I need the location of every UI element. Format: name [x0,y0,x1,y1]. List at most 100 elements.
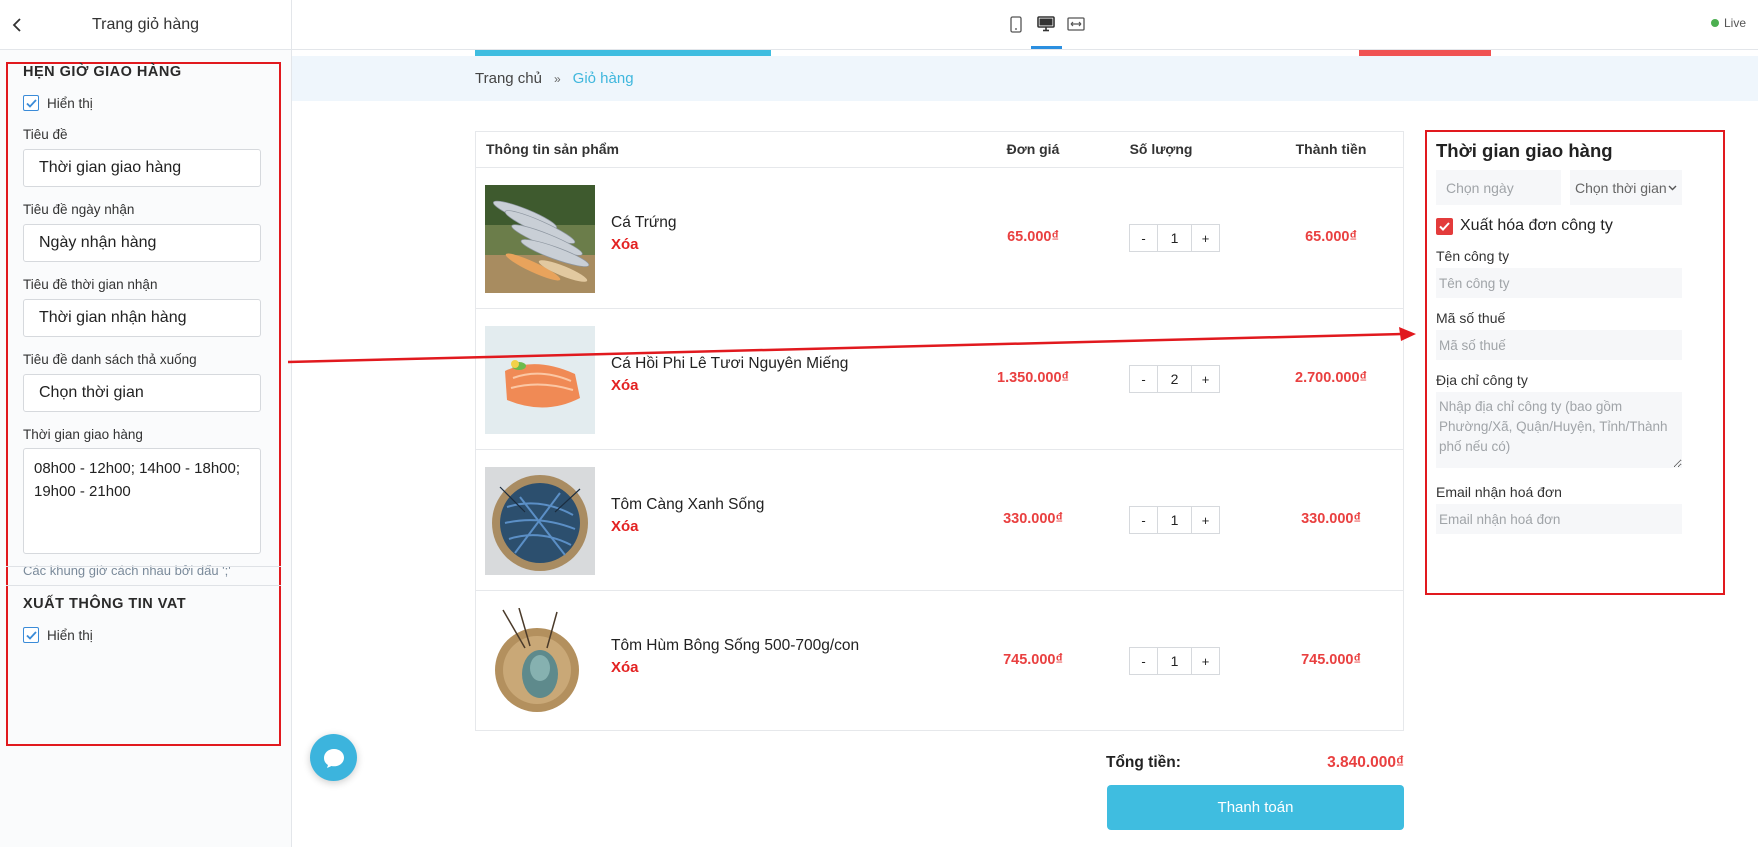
company-name-input[interactable] [1436,268,1682,298]
cart-row: Tôm Càng Xanh Sống Xóa 330.000₫ - + 330.… [476,450,1403,591]
unit-price: 330.000₫ [1003,511,1063,527]
unit-price: 1.350.000₫ [997,370,1069,386]
product-thumbnail[interactable] [485,467,595,575]
line-subtotal: 65.000₫ [1305,229,1357,245]
decrease-qty-button[interactable]: - [1130,507,1157,533]
date-title-label: Tiêu đề ngày nhận [23,202,135,217]
company-name-label: Tên công ty [1436,248,1510,264]
delivery-time-select[interactable]: Chọn thời gian [1570,170,1682,205]
active-view-indicator [1031,46,1062,49]
quantity-input[interactable] [1157,648,1192,674]
increase-qty-button[interactable]: + [1192,648,1219,674]
section-divider [6,566,281,567]
tax-code-input[interactable] [1436,330,1682,360]
time-select-value: Chọn thời gian [1575,179,1667,196]
company-invoice-toggle[interactable]: Xuất hóa đơn công ty [1436,217,1613,235]
decrease-qty-button[interactable]: - [1130,648,1157,674]
increase-qty-button[interactable]: + [1192,225,1219,251]
unit-price: 745.000₫ [1003,652,1063,668]
remove-item-button[interactable]: Xóa [611,236,639,253]
settings-sidebar: Trang giỏ hàng HẸN GIỜ GIAO HÀNG Hiển th… [0,0,292,847]
cart-row: Cá Hồi Phi Lê Tươi Nguyên Miếng Xóa 1.35… [476,309,1403,450]
checkbox-checked-icon[interactable] [23,627,39,643]
dropdown-title-label: Tiêu đề danh sách thả xuống [23,352,197,367]
total-value: 3.840.000₫ [1327,754,1404,771]
back-icon[interactable] [4,12,30,38]
tax-code-label: Mã số thuế [1436,310,1506,326]
total-label: Tổng tiền: [1106,754,1181,771]
dropdown-title-input[interactable] [23,374,261,412]
time-title-label: Tiêu đề thời gian nhận [23,277,158,292]
line-subtotal: 745.000₫ [1301,652,1361,668]
company-invoice-label: Xuất hóa đơn công ty [1460,217,1613,234]
quantity-stepper: - + [1129,506,1220,534]
checkout-button[interactable]: Thanh toán [1107,785,1404,830]
remove-item-button[interactable]: Xóa [611,377,639,394]
col-header-unit-price: Đơn giá [1006,141,1060,157]
breadcrumb-current: Giỏ hàng [572,70,634,87]
checkbox-checked-icon[interactable] [1436,217,1453,235]
product-name-link[interactable]: Tôm Hùm Bông Sống 500-700g/con [611,637,859,655]
line-subtotal: 330.000₫ [1301,511,1361,527]
invoice-email-input[interactable] [1436,504,1682,534]
breadcrumb-home-link[interactable]: Trang chủ [475,70,542,87]
col-header-product: Thông tin sản phẩm [486,141,619,157]
delivery-slots-label: Thời gian giao hàng [23,427,143,442]
delivery-time-panel: Thời gian giao hàng Chọn thời gian Xuất … [1425,130,1725,595]
preview-canvas: Trang chủ » Giỏ hàng Thông tin sản phẩm … [292,50,1758,847]
company-address-textarea[interactable] [1436,392,1682,468]
chat-button[interactable] [310,734,357,781]
product-thumbnail[interactable] [485,185,595,293]
desktop-view-icon[interactable] [1034,12,1058,36]
col-header-quantity: Số lượng [1129,141,1193,157]
product-name-link[interactable]: Cá Trứng [611,214,677,232]
increase-qty-button[interactable]: + [1192,366,1219,392]
chat-icon [323,748,344,768]
delivery-date-input[interactable] [1436,170,1561,205]
sidebar-body: HẸN GIỜ GIAO HÀNG Hiển thị Tiêu đề Tiêu … [0,50,291,847]
unit-price: 65.000₫ [1007,229,1059,245]
quantity-stepper: - + [1129,224,1220,252]
panel-title: Thời gian giao hàng [1436,140,1613,161]
section-heading: XUẤT THÔNG TIN VAT [23,596,187,612]
title-label: Tiêu đề [23,127,68,142]
quantity-stepper: - + [1129,365,1220,393]
show-delivery-toggle[interactable]: Hiển thị [23,95,261,111]
fullwidth-view-icon[interactable] [1064,12,1088,36]
cart-row: Cá Trứng Xóa 65.000₫ - + 65.000₫ [476,168,1403,309]
checkbox-checked-icon[interactable] [23,95,39,111]
live-dot-icon [1710,19,1719,27]
editor-topbar: Live [292,0,1758,50]
sidebar-title: Trang giỏ hàng [91,15,200,33]
company-address-label: Địa chỉ công ty [1436,372,1528,388]
date-title-input[interactable] [23,224,261,262]
breadcrumb-bar: Trang chủ » Giỏ hàng [292,56,1758,101]
section-divider [6,585,281,586]
section-delivery-schedule: HẸN GIỜ GIAO HÀNG Hiển thị Tiêu đề Tiêu … [7,64,277,578]
mobile-view-icon[interactable] [1004,12,1028,36]
increase-qty-button[interactable]: + [1192,507,1219,533]
show-vat-toggle[interactable]: Hiển thị [23,627,186,643]
remove-item-button[interactable]: Xóa [611,659,639,676]
delivery-slots-textarea[interactable]: 08h00 - 12h00; 14h00 - 18h00; 19h00 - 21… [23,448,261,554]
product-name-link[interactable]: Cá Hồi Phi Lê Tươi Nguyên Miếng [611,355,848,373]
decrease-qty-button[interactable]: - [1130,366,1157,392]
section-vat-info: XUẤT THÔNG TIN VAT Hiển thị [7,596,202,643]
product-thumbnail[interactable] [485,326,595,434]
product-name-link[interactable]: Tôm Càng Xanh Sống [611,496,764,514]
quantity-input[interactable] [1157,507,1192,533]
product-thumbnail[interactable] [485,608,595,716]
quantity-input[interactable] [1157,225,1192,251]
live-label: Live [1723,16,1746,30]
line-subtotal: 2.700.000₫ [1295,370,1367,386]
quantity-input[interactable] [1157,366,1192,392]
breadcrumb: Trang chủ » Giỏ hàng [475,70,634,87]
invoice-email-label: Email nhận hoá đơn [1436,484,1562,500]
live-status: Live [1710,16,1746,30]
breadcrumb-separator: » [553,71,561,86]
remove-item-button[interactable]: Xóa [611,518,639,535]
decrease-qty-button[interactable]: - [1130,225,1157,251]
title-input[interactable] [23,149,261,187]
time-title-input[interactable] [23,299,261,337]
chevron-down-icon [1668,185,1677,190]
